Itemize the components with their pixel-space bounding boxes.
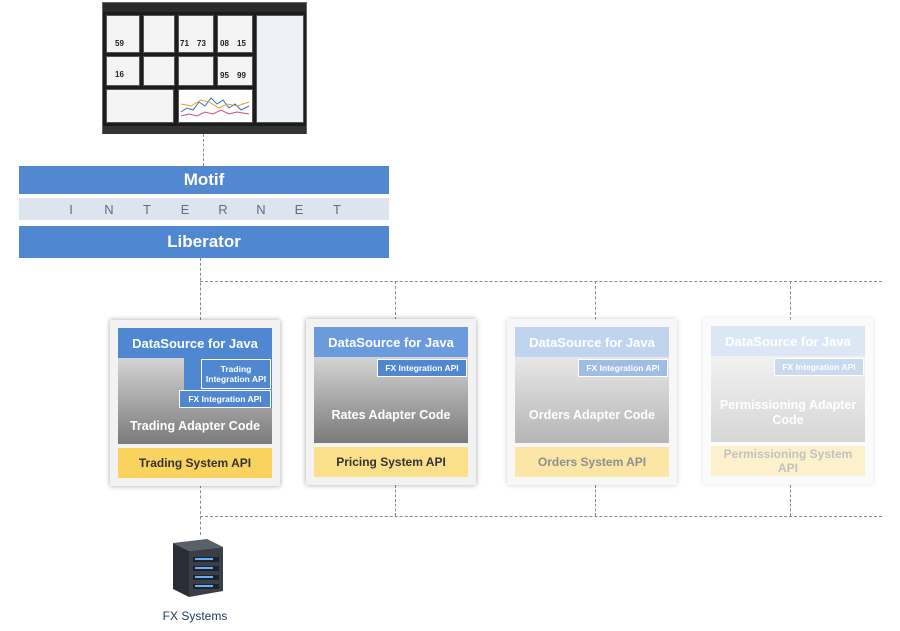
- fx-integration-api: FX Integration API: [578, 359, 668, 377]
- screenshot-tile: [143, 15, 175, 53]
- system-api-block: Permissioning System API: [711, 446, 865, 476]
- price-text: 59: [115, 39, 124, 48]
- connector-line: [203, 134, 204, 166]
- internet-letter: E: [180, 201, 190, 217]
- server-label: FX Systems: [162, 609, 228, 623]
- price-text: 73: [197, 39, 206, 48]
- server-icon: [165, 535, 229, 604]
- screenshot-news: [106, 89, 174, 123]
- trading-app-screenshot: 59 71 73 08 15 16 95 99: [102, 2, 307, 134]
- trading-adapter-card: DataSource for Java Trading Adapter Code…: [110, 320, 280, 486]
- price-text: 15: [237, 39, 246, 48]
- system-api-block: Trading System API: [118, 448, 272, 478]
- rates-adapter-card: DataSource for Java Rates Adapter Code F…: [306, 319, 476, 485]
- system-api-block: Pricing System API: [314, 447, 468, 477]
- internet-letter: I: [69, 201, 73, 217]
- internet-layer: I N T E R N E T: [19, 198, 389, 220]
- fx-integration-api: FX Integration API: [179, 390, 271, 408]
- screenshot-blotter: [256, 15, 304, 123]
- price-text: 95: [220, 71, 229, 80]
- connector-line: [395, 281, 396, 320]
- orders-adapter-card: DataSource for Java Orders Adapter Code …: [507, 319, 677, 485]
- screenshot-tile: [143, 56, 175, 86]
- screenshot-chart: [178, 89, 253, 123]
- connector-line: [790, 485, 791, 516]
- fx-integration-api: FX Integration API: [774, 358, 864, 376]
- internet-letter: T: [143, 201, 151, 217]
- connector-line: [200, 258, 201, 320]
- connector-line: [790, 281, 791, 320]
- datasource-block: DataSource for Java: [711, 326, 865, 356]
- screenshot-statusbar: [103, 126, 306, 134]
- price-text: 08: [220, 39, 229, 48]
- internet-letter: E: [294, 201, 304, 217]
- liberator-layer: Liberator: [19, 226, 389, 258]
- system-api-block: Orders System API: [515, 447, 669, 477]
- datasource-block: DataSource for Java: [314, 327, 468, 357]
- datasource-block: DataSource for Java: [515, 327, 669, 357]
- price-text: 99: [237, 71, 246, 80]
- motif-layer: Motif: [19, 166, 389, 194]
- permissioning-adapter-card: DataSource for Java Permissioning Adapte…: [703, 318, 873, 484]
- connector-line: [200, 516, 882, 517]
- chart-thumbnail-icon: [180, 97, 250, 117]
- trading-integration-api: Trading Integration API: [201, 359, 271, 389]
- screenshot-tile: [178, 56, 214, 86]
- datasource-block: DataSource for Java: [118, 328, 272, 358]
- fx-integration-api: FX Integration API: [377, 359, 467, 377]
- internet-letter: N: [256, 201, 266, 217]
- price-text: 16: [115, 70, 124, 79]
- connector-line: [200, 281, 882, 282]
- connector-line: [395, 485, 396, 516]
- connector-line: [200, 485, 201, 535]
- connector-line: [595, 281, 596, 320]
- connector-line: [595, 485, 596, 516]
- price-text: 71: [180, 39, 189, 48]
- internet-letter: N: [104, 201, 114, 217]
- internet-letter: T: [333, 201, 341, 217]
- internet-letter: R: [218, 201, 228, 217]
- screenshot-toolbar: [103, 3, 306, 12]
